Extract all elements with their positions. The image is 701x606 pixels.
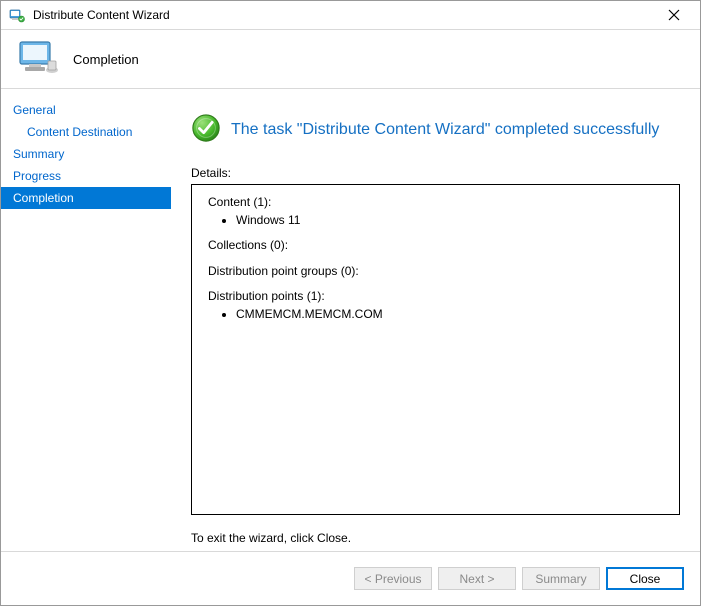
details-dps-heading: Distribution points (1):	[208, 289, 663, 305]
details-content-heading: Content (1):	[208, 195, 663, 211]
button-label: Close	[630, 572, 661, 586]
sidebar-item-content-destination[interactable]: Content Destination	[1, 121, 171, 143]
sidebar-item-label: Progress	[13, 169, 61, 183]
sidebar-item-label: General	[13, 103, 56, 117]
sidebar-item-label: Summary	[13, 147, 64, 161]
button-label: Next >	[459, 572, 494, 586]
summary-button: Summary	[522, 567, 600, 590]
details-dps-list: CMMEMCM.MEMCM.COM	[208, 307, 663, 323]
sidebar-item-progress[interactable]: Progress	[1, 165, 171, 187]
previous-button: < Previous	[354, 567, 432, 590]
monitor-icon	[17, 38, 61, 81]
details-label: Details:	[191, 166, 680, 180]
success-message: The task "Distribute Content Wizard" com…	[231, 121, 659, 139]
page-title: Completion	[73, 52, 139, 67]
sidebar-item-completion[interactable]: Completion	[1, 187, 171, 209]
button-label: Summary	[535, 572, 586, 586]
details-dpgroups-heading: Distribution point groups (0):	[208, 264, 663, 280]
wizard-title-icon	[9, 7, 25, 23]
close-icon[interactable]	[654, 2, 694, 28]
details-box: Content (1): Windows 11 Collections (0):…	[191, 184, 680, 515]
window-title: Distribute Content Wizard	[33, 8, 654, 22]
footer: < Previous Next > Summary Close	[1, 551, 700, 605]
list-item: Windows 11	[236, 213, 663, 229]
success-check-icon	[191, 113, 221, 146]
sidebar-item-label: Completion	[13, 191, 74, 205]
details-collections-heading: Collections (0):	[208, 238, 663, 254]
details-content-list: Windows 11	[208, 213, 663, 229]
content-pane: The task "Distribute Content Wizard" com…	[171, 89, 700, 551]
main-area: General Content Destination Summary Prog…	[1, 89, 700, 551]
titlebar: Distribute Content Wizard	[1, 1, 700, 29]
sidebar-item-general[interactable]: General	[1, 99, 171, 121]
sidebar: General Content Destination Summary Prog…	[1, 89, 171, 551]
button-label: < Previous	[364, 572, 421, 586]
sidebar-item-label: Content Destination	[27, 125, 132, 139]
success-row: The task "Distribute Content Wizard" com…	[191, 113, 680, 146]
sidebar-item-summary[interactable]: Summary	[1, 143, 171, 165]
next-button: Next >	[438, 567, 516, 590]
exit-instruction: To exit the wizard, click Close.	[191, 531, 680, 545]
close-button[interactable]: Close	[606, 567, 684, 590]
list-item: CMMEMCM.MEMCM.COM	[236, 307, 663, 323]
header-band: Completion	[1, 29, 700, 89]
